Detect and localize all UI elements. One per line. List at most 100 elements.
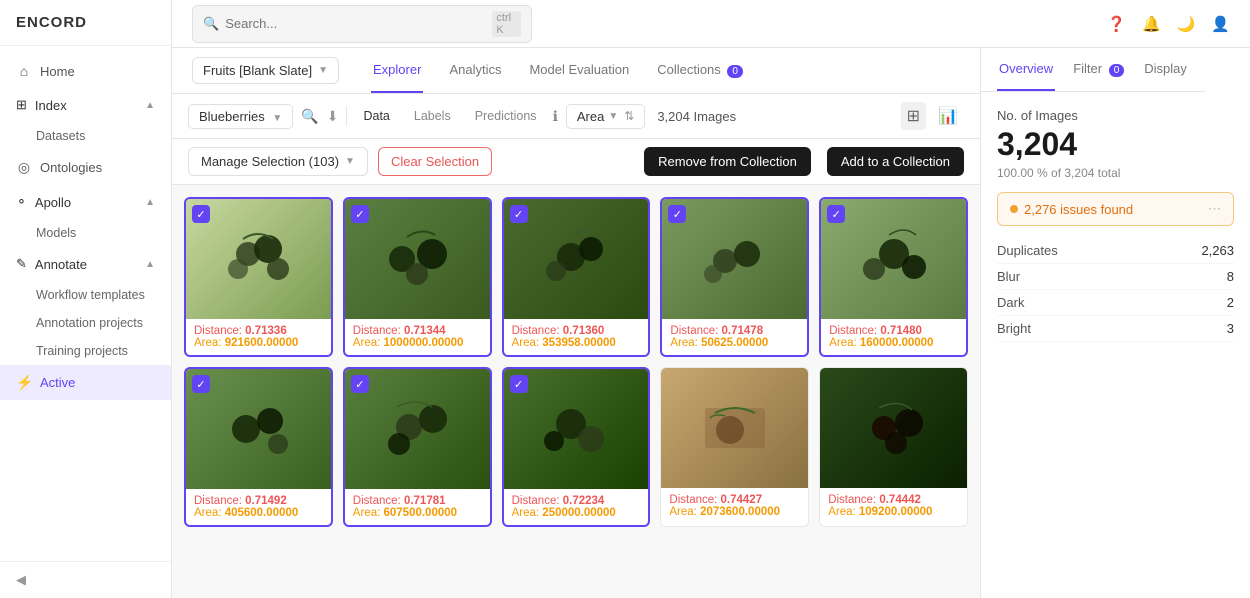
stat-subtext: 100.00 % of 3,204 total: [997, 166, 1234, 180]
selection-check: ✓: [668, 205, 686, 223]
dataset-selector[interactable]: Fruits [Blank Slate] ▼: [192, 57, 339, 84]
search-filter-icon[interactable]: 🔍: [301, 108, 318, 125]
moon-icon[interactable]: 🌙: [1177, 15, 1196, 33]
image-card[interactable]: ✓ Distance: 0.71480 Area: 160000.00000: [819, 197, 968, 357]
search-icon: 🔍: [203, 16, 219, 32]
add-to-collection-button[interactable]: Add to a Collection: [827, 147, 964, 176]
area-label: Area: 109200.00000: [828, 506, 959, 518]
sidebar-item-label: Home: [40, 64, 75, 79]
issue-row-bright: Bright 3: [997, 316, 1234, 342]
manage-selection-btn[interactable]: Manage Selection (103) ▼: [188, 147, 368, 176]
image-wrapper: ✓: [821, 199, 966, 319]
images-count: 3,204 Images: [657, 109, 736, 124]
sidebar-item-workflow-templates[interactable]: Workflow templates: [0, 281, 171, 309]
card-meta: Distance: 0.74442 Area: 109200.00000: [820, 488, 967, 524]
selection-check: ✓: [192, 375, 210, 393]
sidebar-collapse-button[interactable]: ◀: [0, 561, 171, 598]
image-card[interactable]: ✓ Distance: 0.71360 Area: 353958.00000: [502, 197, 651, 357]
card-meta: Distance: 0.74427 Area: 2073600.00000: [661, 488, 808, 524]
chevron-up-icon: ▲: [145, 259, 155, 270]
issues-badge[interactable]: 2,276 issues found ⋯: [997, 192, 1234, 226]
issue-count: 2: [1227, 295, 1234, 310]
image-card[interactable]: Distance: 0.74427 Area: 2073600.00000: [660, 367, 809, 527]
issues-text: 2,276 issues found: [1024, 202, 1133, 217]
collections-badge: 0: [727, 65, 743, 78]
image-card[interactable]: ✓ Distance: 0.71336 Area: 921600.00000: [184, 197, 333, 357]
remove-from-collection-button[interactable]: Remove from Collection: [644, 147, 811, 176]
sidebar-item-label: Apollo: [35, 195, 71, 210]
issue-name: Bright: [997, 321, 1031, 336]
area-label: Area: 405600.00000: [194, 507, 323, 519]
sidebar-item-models[interactable]: Models: [0, 219, 171, 247]
right-tab-display[interactable]: Display: [1142, 48, 1189, 91]
bell-icon[interactable]: 🔔: [1142, 15, 1161, 33]
home-icon: ⌂: [16, 63, 32, 79]
search-input[interactable]: [225, 16, 486, 31]
right-panel-content: No. of Images 3,204 100.00 % of 3,204 to…: [981, 92, 1250, 358]
tab-analytics[interactable]: Analytics: [447, 48, 503, 93]
image-grid: ✓ Distance: 0.71336 Area: 921600.00000: [172, 185, 980, 598]
chevron-down-icon: ▼: [318, 65, 328, 76]
sidebar-nav: ⌂ Home ⊞ Index ▲ Datasets ◎ Ontologies ⚬…: [0, 46, 171, 561]
image-wrapper: [661, 368, 808, 488]
tab-collections[interactable]: Collections 0: [655, 48, 745, 93]
help-icon[interactable]: ❓: [1107, 15, 1126, 33]
image-card[interactable]: Distance: 0.74442 Area: 109200.00000: [819, 367, 968, 527]
user-icon[interactable]: 👤: [1211, 15, 1230, 33]
distance-label: Distance: 0.71344: [353, 325, 482, 337]
sidebar-item-annotate[interactable]: ✎ Annotate ▲: [0, 247, 171, 281]
card-meta: Distance: 0.71344 Area: 1000000.00000: [345, 319, 490, 355]
card-meta: Distance: 0.71492 Area: 405600.00000: [186, 489, 331, 525]
distance-label: Distance: 0.71478: [670, 325, 799, 337]
image-card[interactable]: ✓ Distance: 0.71478 Area: 50625.00000: [660, 197, 809, 357]
selection-check: ✓: [351, 205, 369, 223]
grid-view-btn[interactable]: ⊞: [901, 102, 926, 130]
selection-check: ✓: [510, 375, 528, 393]
filter-predictions-btn[interactable]: Predictions: [467, 105, 545, 127]
content-area: Fruits [Blank Slate] ▼ Explorer Analytic…: [172, 48, 1250, 598]
sidebar-item-datasets[interactable]: Datasets: [0, 122, 171, 150]
sidebar-item-training-projects[interactable]: Training projects: [0, 337, 171, 365]
right-tab-filter[interactable]: Filter 0: [1071, 48, 1126, 91]
sidebar-item-label: Annotate: [35, 257, 87, 272]
chevron-down-icon: ▼: [272, 113, 282, 124]
clear-selection-button[interactable]: Clear Selection: [378, 147, 492, 176]
card-meta: Distance: 0.71480 Area: 160000.00000: [821, 319, 966, 355]
image-wrapper: ✓: [186, 199, 331, 319]
image-card[interactable]: ✓ Distance: 0.71492 Area: 405600.00000: [184, 367, 333, 527]
search-shortcut: ctrl K: [492, 11, 521, 37]
filter-info-icon[interactable]: ℹ: [553, 108, 558, 125]
image-wrapper: ✓: [504, 369, 649, 489]
filter-badge: 0: [1109, 64, 1125, 77]
tab-explorer[interactable]: Explorer: [371, 48, 423, 93]
area-selector[interactable]: Area ▼ ⇅: [566, 104, 645, 129]
card-meta: Distance: 0.71478 Area: 50625.00000: [662, 319, 807, 355]
sidebar-item-index[interactable]: ⊞ Index ▲: [0, 88, 171, 122]
chevron-down-icon: ▼: [345, 156, 355, 167]
card-meta: Distance: 0.71781 Area: 607500.00000: [345, 489, 490, 525]
download-icon[interactable]: ⬇: [327, 108, 339, 125]
main-content: 🔍 ctrl K ❓ 🔔 🌙 👤 Fruits [Blank Slate] ▼ …: [172, 0, 1250, 598]
card-meta: Distance: 0.71336 Area: 921600.00000: [186, 319, 331, 355]
image-card[interactable]: ✓ Distance: 0.72234 Area: 250000.00000: [502, 367, 651, 527]
sidebar-item-ontologies[interactable]: ◎ Ontologies: [0, 150, 171, 185]
sidebar-item-annotation-projects[interactable]: Annotation projects: [0, 309, 171, 337]
image-card[interactable]: ✓ Distance: 0.71344 Area: 1000000.00000: [343, 197, 492, 357]
sidebar-item-active[interactable]: ⚡ Active: [0, 365, 171, 400]
chevron-left-icon: ◀: [16, 572, 26, 588]
image-card[interactable]: ✓ Distance: 0.71781 Area: 607500.00000: [343, 367, 492, 527]
selection-check: ✓: [192, 205, 210, 223]
logo: ENCORD: [0, 0, 171, 46]
chart-view-btn[interactable]: 📊: [932, 102, 964, 130]
sidebar-item-label: Ontologies: [40, 160, 102, 175]
sidebar-item-label: Active: [40, 375, 75, 390]
tab-model-evaluation[interactable]: Model Evaluation: [527, 48, 631, 93]
issue-count: 3: [1227, 321, 1234, 336]
sidebar-item-home[interactable]: ⌂ Home: [0, 54, 171, 88]
filter-labels-btn[interactable]: Labels: [406, 105, 459, 127]
filter-label[interactable]: Blueberries ▼: [188, 104, 293, 129]
filter-data-btn[interactable]: Data: [355, 105, 397, 127]
search-bar[interactable]: 🔍 ctrl K: [192, 5, 532, 43]
right-tab-overview[interactable]: Overview: [997, 48, 1055, 91]
sidebar-item-apollo[interactable]: ⚬ Apollo ▲: [0, 185, 171, 219]
